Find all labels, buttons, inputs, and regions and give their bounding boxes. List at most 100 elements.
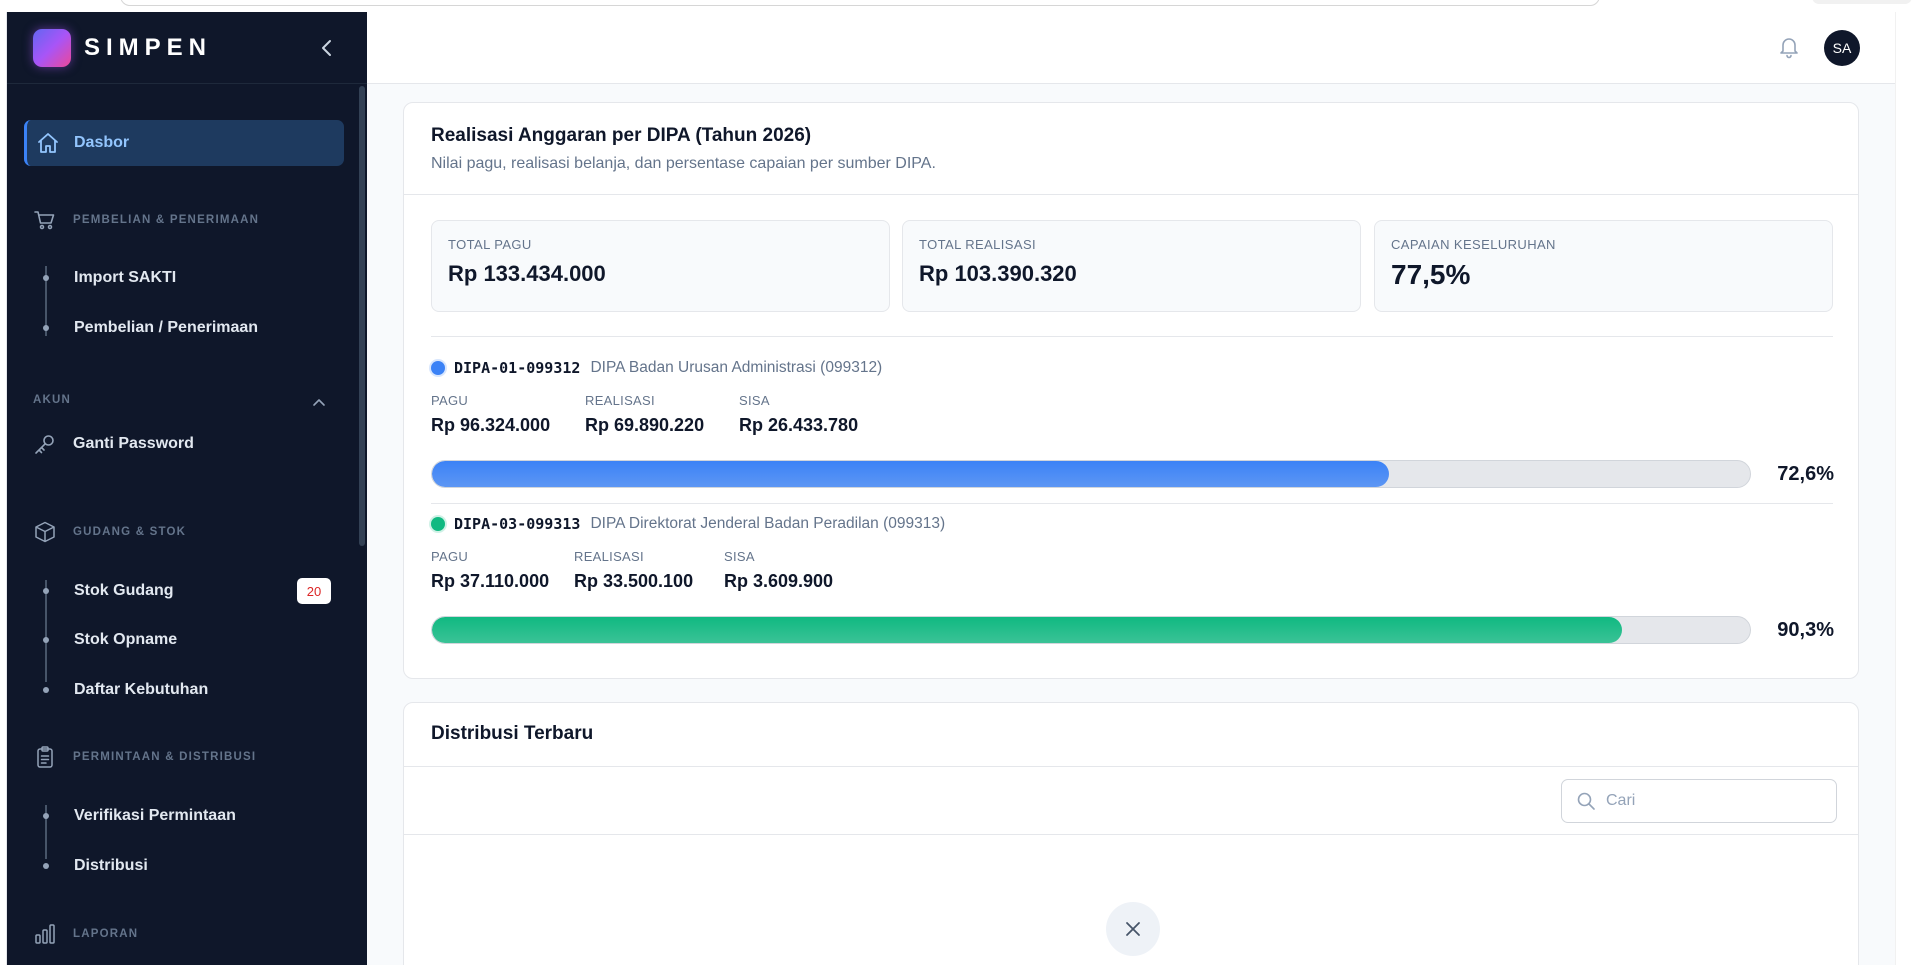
dipa-progress-track [431,616,1751,644]
distribusi-title: Distribusi Terbaru [431,723,594,744]
chevron-up-icon[interactable] [312,396,326,410]
stat-label: TOTAL PAGU [448,237,532,252]
top-bar: SA [367,12,1896,84]
section-pembelian: PEMBELIAN & PENERIMAAN [33,208,259,232]
section-akun[interactable]: AKUN [33,394,333,406]
sidebar-item-stok-gudang[interactable]: Stok Gudang 20 [7,571,367,611]
realisasi-card: Realisasi Anggaran per DIPA (Tahun 2026)… [403,102,1859,679]
metric-label: SISA [724,549,755,564]
box-icon [35,521,55,543]
sidebar-item-label: Verifikasi Permintaan [74,807,236,824]
tree-dot [43,275,49,281]
sidebar-item-label: Ganti Password [73,435,194,452]
metric-value: Rp 96.324.000 [431,415,551,435]
close-icon [1126,922,1140,936]
dipa-name: DIPA Direktorat Jenderal Badan Peradilan… [590,515,946,532]
stat-capaian: CAPAIAN KESELURUHAN 77,5% [1374,220,1833,312]
sidebar-item-label: Daftar Kebutuhan [74,681,209,698]
search-icon [1577,792,1595,810]
sidebar-header: SIMPEN [7,12,367,84]
dipa-metric-pagu: PAGU Rp 37.110.000 [431,549,549,592]
divider [404,834,1858,835]
sidebar-item-distribusi[interactable]: Distribusi [7,846,367,886]
sidebar-item-label: Stok Gudang [74,582,174,599]
realisasi-title: Realisasi Anggaran per DIPA (Tahun 2026) [431,125,812,146]
notification-button[interactable] [1777,34,1801,65]
dipa-metric-realisasi: REALISASI Rp 33.500.100 [574,549,693,592]
empty-state-close-button[interactable] [1106,902,1160,956]
stat-value: Rp 133.434.000 [448,261,606,286]
stok-gudang-badge: 20 [297,578,331,604]
dipa-metric-pagu: PAGU Rp 96.324.000 [431,393,550,436]
page-scrollbar[interactable] [1895,12,1896,965]
tree-dot [43,813,49,819]
dipa-name: DIPA Badan Urusan Administrasi (099312) [590,359,883,376]
metric-value: Rp 26.433.780 [739,415,859,435]
realisasi-subtitle: Nilai pagu, realisasi belanja, dan perse… [431,155,936,172]
sidebar-item-stok-opname[interactable]: Stok Opname [7,620,367,660]
sidebar: SIMPEN Dasbor PEMBELIAN & PENERIMAAN Imp… [7,12,367,965]
brand-logo [33,28,71,67]
sidebar-item-label: Stok Opname [74,631,178,648]
divider [404,766,1858,767]
stat-label: CAPAIAN KESELURUHAN [1391,237,1556,252]
sidebar-item-ganti-password[interactable]: Ganti Password [33,432,194,456]
section-label: PERMINTAAN & DISTRIBUSI [73,751,257,763]
cart-icon [34,211,55,230]
section-label: LAPORAN [73,928,139,940]
metric-label: REALISASI [574,549,644,564]
dipa-progress-fill [432,617,1623,643]
browser-toolbar-pill[interactable] [1812,0,1912,4]
stat-label: TOTAL REALISASI [919,237,1037,252]
browser-address-bar[interactable] [120,0,1600,6]
metric-label: REALISASI [585,393,655,408]
sidebar-item-label: Pembelian / Penerimaan [74,319,259,336]
dipa-metric-sisa: SISA Rp 26.433.780 [739,393,858,436]
search-input[interactable] [1606,792,1806,810]
section-gudang: GUDANG & STOK [33,520,186,544]
user-avatar[interactable]: SA [1824,30,1860,66]
tree-dot [43,588,49,594]
browser-top-strip [0,0,1918,12]
dipa-percent: 72,6% [1777,463,1834,485]
stat-value: 77,5% [1391,259,1471,290]
sidebar-item-label: Distribusi [74,857,148,874]
tree-dot [43,687,49,693]
brand-name: SIMPEN [84,33,213,61]
sidebar-item-verifikasi-permintaan[interactable]: Verifikasi Permintaan [7,796,367,836]
chevron-left-icon [322,40,331,56]
divider [404,194,1858,195]
dipa-code: DIPA-03-099313 [454,515,581,533]
tree-dot [43,637,49,643]
metric-value: Rp 37.110.000 [431,571,550,591]
dipa-metric-realisasi: REALISASI Rp 69.890.220 [585,393,704,436]
distribusi-card: Distribusi Terbaru [403,702,1859,965]
tree-dot [43,325,49,331]
sidebar-item-label: Dasbor [74,134,130,151]
dipa-row-header: DIPA-03-099313 DIPA Direktorat Jenderal … [431,515,945,533]
tree-dot [43,863,49,869]
app-window: SIMPEN Dasbor PEMBELIAN & PENERIMAAN Imp… [6,12,1896,965]
clipboard-icon [37,746,53,768]
section-label: PEMBELIAN & PENERIMAAN [73,214,260,226]
sidebar-item-daftar-kebutuhan[interactable]: Daftar Kebutuhan [7,670,367,710]
bar-chart-icon [35,924,55,944]
dipa-row-header: DIPA-01-099312 DIPA Badan Urusan Adminis… [431,359,882,377]
metric-label: PAGU [431,393,469,408]
sidebar-collapse-button[interactable] [315,36,339,60]
sidebar-item-import-sakti[interactable]: Import SAKTI [7,258,367,298]
sidebar-item-pembelian-penerimaan[interactable]: Pembelian / Penerimaan [7,308,367,348]
dipa-color-dot [431,361,445,375]
section-label: GUDANG & STOK [73,526,187,538]
metric-label: PAGU [431,549,469,564]
metric-label: SISA [739,393,770,408]
sidebar-item-dasbor[interactable]: Dasbor [24,120,344,166]
dipa-percent: 90,3% [1777,619,1834,641]
main-content: SA Realisasi Anggaran per DIPA (Tahun 20… [367,12,1896,965]
key-icon [35,435,54,454]
metric-value: Rp 3.609.900 [724,571,834,591]
bell-icon [1780,38,1798,59]
metric-value: Rp 69.890.220 [585,415,705,435]
search-box[interactable] [1561,779,1837,823]
metric-value: Rp 33.500.100 [574,571,694,591]
